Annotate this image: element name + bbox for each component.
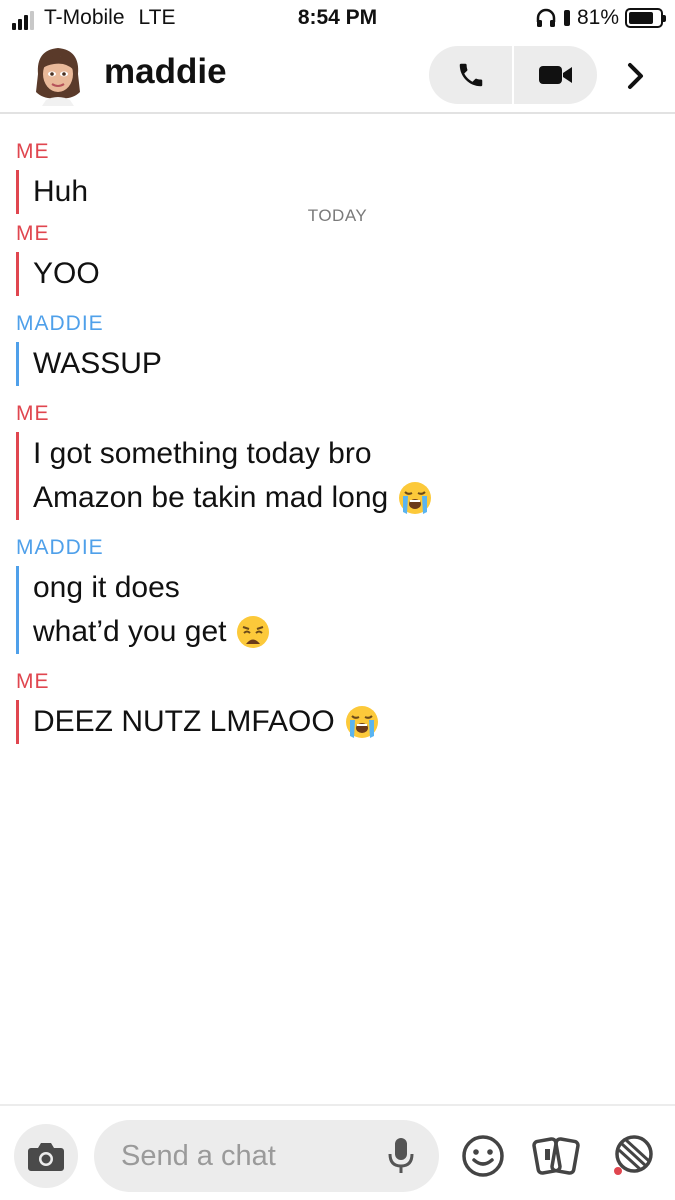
message-group: ME DEEZ NUTZ LMFAOO [16,670,675,744]
message-body[interactable]: YOO [16,252,675,296]
sender-label: ME [16,140,50,163]
call-button-group [429,46,597,104]
cards-button[interactable] [532,1132,580,1180]
message-text: I got something today bro [33,437,372,470]
sender-label: MADDIE [16,536,104,559]
message-text: ong it does [33,571,180,604]
sender-label: ME [16,670,50,693]
message-text: DEEZ NUTZ LMFAOO [33,700,675,744]
message-body[interactable]: WASSUP [16,342,675,386]
message-group: ME I got something today bro Amazon be t… [16,402,675,520]
battery-percent: 81% [576,6,619,29]
message-text: Huh [33,175,89,208]
sender-label: MADDIE [16,312,104,335]
microphone-icon[interactable] [386,1136,416,1176]
video-call-button[interactable] [514,46,597,104]
status-right: 81% [535,6,666,30]
headphones-icon [536,8,556,27]
chevron-right-icon[interactable] [616,54,656,98]
message-group: MADDIE WASSUP [16,312,675,386]
orientation-lock-icon [563,10,570,26]
message-group: MADDIE ong it does what’d you get [16,536,675,654]
sender-label: ME [16,222,50,245]
message-text: YOO [33,257,100,290]
message-body[interactable]: Huh [16,170,675,214]
camera-button[interactable] [14,1124,78,1188]
camera-icon [28,1143,64,1171]
phone-icon [459,63,482,87]
weary-face-icon [237,616,270,648]
message-text: WASSUP [33,347,162,380]
voice-call-button[interactable] [429,46,512,104]
loudly-crying-face-icon [345,706,378,738]
battery-fill [629,12,654,24]
chat-header: maddie [0,38,675,114]
battery-icon [625,8,666,28]
message-text: Amazon be takin mad long [33,476,675,520]
video-camera-icon [538,66,572,84]
cards-icon [532,1137,580,1175]
contact-name[interactable]: maddie [104,52,227,92]
message-body[interactable]: ong it does what’d you get [16,566,675,654]
message-text: what’d you get [33,610,675,654]
emoji-button[interactable] [459,1132,507,1180]
avatar[interactable] [30,44,86,106]
message-body[interactable]: DEEZ NUTZ LMFAOO [16,700,675,744]
smiley-icon [462,1135,504,1177]
rocket-ball-icon [614,1135,653,1175]
composer-bar [0,1104,675,1200]
message-group: ME YOO [16,222,675,296]
status-bar: T-Mobile LTE 8:54 PM 81% [0,0,675,36]
message-group: ME Huh [16,140,675,214]
sender-label: ME [16,402,50,425]
games-button[interactable] [608,1132,656,1180]
loudly-crying-face-icon [399,482,432,514]
message-list: ME Huh TODAY ME YOO MADDIE WASSUP ME I g… [0,140,675,744]
message-body[interactable]: I got something today bro Amazon be taki… [16,432,675,520]
